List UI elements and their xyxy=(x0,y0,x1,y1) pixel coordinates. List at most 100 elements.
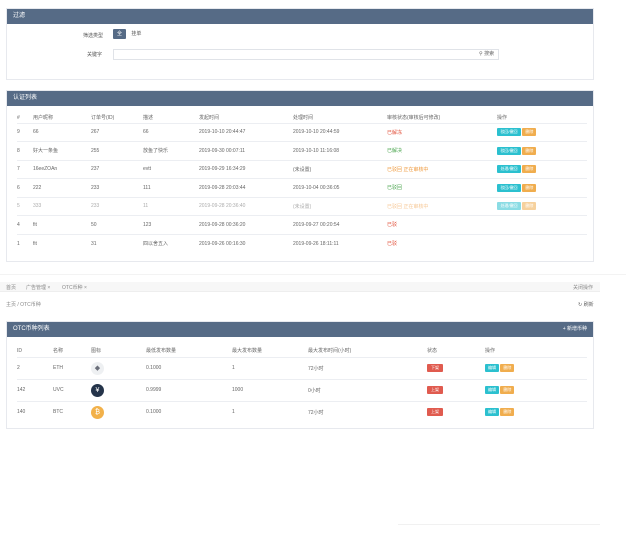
row-id: 5 xyxy=(17,196,33,216)
row-order: 255 xyxy=(91,141,143,160)
otc-row-icon-cell: ◆ xyxy=(91,356,146,379)
process-button[interactable]: 驳回/撤回 xyxy=(497,146,521,155)
footer-bar xyxy=(398,524,600,539)
otc-table: ID 名称 图标 最低发布数量 最大发布数量 最大发布时间(小时) 状态 操作 … xyxy=(17,345,587,423)
otc-col-name: 名称 xyxy=(53,348,64,355)
row-actions: 驳回/撤回 删除 xyxy=(497,122,587,142)
row-nickname: 好大一条鱼 xyxy=(33,141,91,160)
row-desc: 11 xyxy=(143,196,199,216)
otc-row-actions: 编辑 删除 xyxy=(485,400,587,423)
otc-col-id: ID xyxy=(17,347,22,354)
search-button[interactable]: ⚲ 搜索 xyxy=(479,50,494,57)
table-row: 6 222 233 111 2019-09-28 20:03:44 2019-10-04 … xyxy=(17,178,587,197)
row-status: 已驳回 正在审核中 xyxy=(387,196,497,216)
row-status: 已解冻 xyxy=(387,122,497,142)
row-status: 已驳回 xyxy=(387,178,497,197)
row-status: 已驳 xyxy=(387,233,497,253)
type-option-order[interactable]: 挂单 xyxy=(127,29,145,39)
otc-row-status-cell: 上架 xyxy=(427,378,485,401)
col-order: 订单号(ID) xyxy=(91,115,115,122)
breadcrumb-bar: 主页 / OTC币种 ↻ 刷新 xyxy=(0,296,600,310)
tab-close-ops[interactable]: 关闭操作 xyxy=(573,284,593,291)
delete-button[interactable]: 删除 xyxy=(500,408,515,417)
row-start: 2019-09-29 16:34:29 xyxy=(199,159,293,179)
tab-otc[interactable]: OTC币种 × xyxy=(62,284,87,291)
row-id: 6 xyxy=(17,178,33,197)
row-actions: 处理/撤回 删除 xyxy=(497,159,587,179)
delete-button[interactable]: 删除 xyxy=(500,386,515,394)
search-input[interactable] xyxy=(113,49,499,60)
status-toggle-button[interactable]: 下架 xyxy=(427,364,443,372)
table-row: 9 66 267 66 2019-10-10 20:44:47 2019-10-10 20… xyxy=(17,122,587,142)
cert-list-panel: 认证列表 # 用户昵称 订单号(ID) 描述 发起时间 处理时间 审核状态(审核… xyxy=(6,90,594,262)
table-row: 142 UVC ¥0.9999 1000 0小时 上架 编辑 删除 xyxy=(17,378,587,401)
row-status: 已驳 xyxy=(387,215,497,234)
tab-home[interactable]: 首页 xyxy=(6,284,16,291)
status-toggle-button[interactable]: 上架 xyxy=(427,408,443,417)
process-button[interactable]: 处理/撤回 xyxy=(497,202,521,211)
add-coin-button[interactable]: + 新增币种 xyxy=(563,322,587,337)
row-desc: 四以舍五入 xyxy=(143,233,199,253)
table-row: 140 BTC ₿ 0.1000 1 72小时 上架 编辑 删除 xyxy=(17,400,587,423)
row-desc: 123 xyxy=(143,215,199,234)
otc-row-icon-cell: ₿ xyxy=(91,400,146,423)
row-start: 2019-09-26 00:16:30 xyxy=(199,233,293,253)
row-end: (未设置) xyxy=(293,196,387,216)
otc-row-hours: 0小时 xyxy=(308,378,427,401)
table-row: 2 ETH ◆ 0.1000 1 72小时 下架 编辑 删除 xyxy=(17,356,587,379)
row-start: 2019-09-30 00:07:11 xyxy=(199,141,293,160)
delete-button[interactable]: 删除 xyxy=(522,183,537,192)
search-icon: ⚲ xyxy=(479,51,483,57)
process-button[interactable]: 驳回/撤回 xyxy=(497,128,521,137)
col-end: 处理时间 xyxy=(293,115,314,122)
row-status: 已解决 xyxy=(387,141,497,160)
otc-panel-title: OTC币种列表 xyxy=(13,326,50,332)
btc-icon: ₿ xyxy=(91,405,104,419)
otc-row-id: 142 xyxy=(17,378,53,401)
otc-row-name: UVC xyxy=(53,378,91,401)
otc-row-id: 2 xyxy=(17,356,53,379)
otc-row-name: ETH xyxy=(53,356,91,379)
process-button[interactable]: 驳回/撤回 xyxy=(497,183,521,192)
row-desc: evtt xyxy=(143,159,199,179)
row-id: 7 xyxy=(17,159,33,179)
row-start: 2019-09-28 20:03:44 xyxy=(199,178,293,197)
delete-button[interactable]: 删除 xyxy=(522,165,537,174)
delete-button[interactable]: 删除 xyxy=(500,364,515,372)
otc-col-icon: 图标 xyxy=(91,348,102,355)
row-nickname: 16eeZOAn xyxy=(33,159,91,179)
otc-col-hours: 最大发布时间(小时) xyxy=(308,348,352,355)
refresh-button[interactable]: ↻ 刷新 xyxy=(578,301,594,308)
row-status: 已驳回 正在审核中 xyxy=(387,159,497,179)
table-row: 5 333 233 11 2019-09-28 20:36:40 (未设置) 已驳回 正在审… xyxy=(17,196,587,216)
status-toggle-button[interactable]: 上架 xyxy=(427,386,443,394)
col-status: 审核状态(审核后可修改) xyxy=(387,115,441,122)
type-option-all[interactable]: 全 xyxy=(113,29,127,39)
delete-button[interactable]: 删除 xyxy=(522,146,537,155)
filter-title: 过滤 xyxy=(7,9,593,24)
tab-ads[interactable]: 广告管理 × xyxy=(26,284,50,291)
process-button[interactable]: 处理/撤回 xyxy=(497,165,521,174)
otc-row-hours: 72小时 xyxy=(308,356,427,379)
row-nickname: 66 xyxy=(33,122,91,142)
row-desc: 放鱼了快乐 xyxy=(143,141,199,160)
otc-row-min: 0.1000 xyxy=(146,400,232,423)
table-row: 8 好大一条鱼 255 放鱼了快乐 2019-09-30 00:07:11 2019-10… xyxy=(17,141,587,160)
row-start: 2019-09-28 20:36:40 xyxy=(199,196,293,216)
cert-table: # 用户昵称 订单号(ID) 描述 发起时间 处理时间 审核状态(审核后可修改)… xyxy=(17,113,587,253)
table-row: 1 fit 31 四以舍五入 2019-09-26 00:16:30 2019-09-26… xyxy=(17,233,587,253)
breadcrumb: 主页 / OTC币种 xyxy=(6,302,41,308)
row-end: (未设置) xyxy=(293,159,387,179)
type-label: 筛选类型 xyxy=(83,33,104,39)
edit-button[interactable]: 编辑 xyxy=(485,408,499,417)
col-desc: 描述 xyxy=(143,115,154,122)
delete-button[interactable]: 删除 xyxy=(522,128,537,137)
row-actions: 驳回/撤回 删除 xyxy=(497,141,587,160)
row-nickname: fit xyxy=(33,215,91,234)
delete-button[interactable]: 删除 xyxy=(522,202,537,211)
otc-row-max: 1000 xyxy=(232,378,308,401)
edit-button[interactable]: 编辑 xyxy=(485,386,499,394)
otc-row-max: 1 xyxy=(232,356,308,379)
edit-button[interactable]: 编辑 xyxy=(485,364,499,372)
table-row: 4 fit 50 123 2019-09-28 00:36:20 2019-09-27 0… xyxy=(17,215,587,234)
